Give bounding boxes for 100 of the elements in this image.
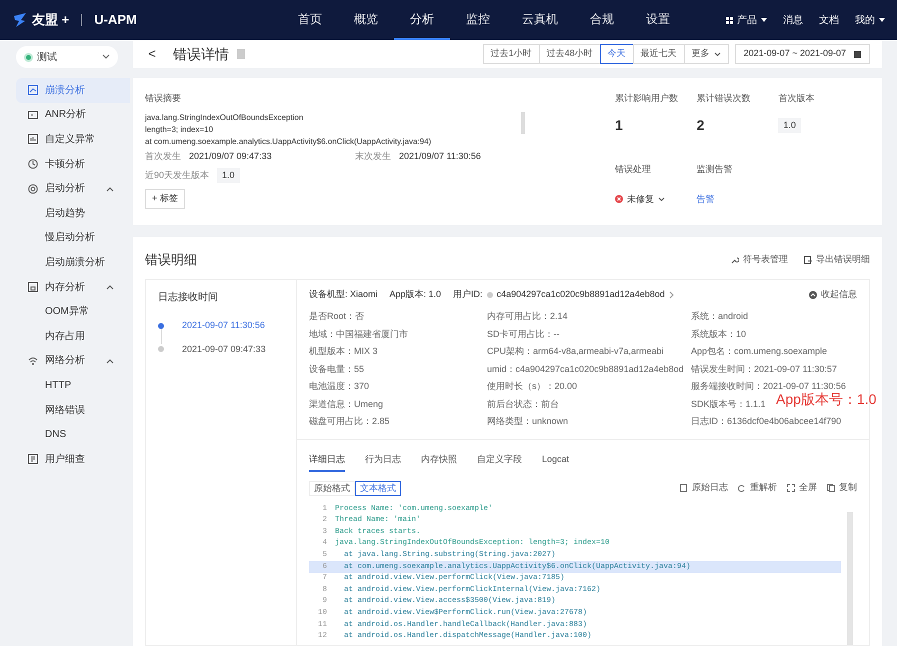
info-field: 设备电量：55	[309, 360, 364, 378]
version-badge: 1.0	[217, 168, 240, 183]
refresh-icon	[738, 484, 746, 492]
sidebar-item[interactable]: 启动分析	[16, 176, 130, 201]
nav-link[interactable]: 消息	[783, 12, 803, 28]
info-field: 系统版本：10	[691, 326, 746, 343]
field-value: 2021/09/07 09:47:33	[189, 150, 272, 162]
app-version: App版本: 1.0	[390, 288, 442, 302]
log-tab[interactable]: 详细日志	[309, 450, 345, 472]
date-range-picker[interactable]: 2021-09-07 ~ 2021-09-07	[734, 44, 870, 64]
sidebar-item[interactable]: 内存分析	[16, 274, 130, 300]
chevron-down-icon	[658, 196, 665, 202]
sidebar-item[interactable]: 网络分析	[16, 348, 130, 374]
time-range-button[interactable]: 今天	[600, 44, 634, 64]
logo-icon	[12, 12, 28, 28]
toolbar-link[interactable]: 符号表管理	[731, 253, 788, 267]
time-range-button[interactable]: 更多	[684, 44, 729, 64]
add-tag-button[interactable]: + 标签	[145, 189, 185, 208]
info-field: 系统：android	[691, 308, 748, 326]
memory-icon	[28, 282, 38, 292]
info-field: 日志ID：6136dcf0e4b06abcee14f790	[691, 413, 842, 430]
info-field: 机型版本：MIX 3	[309, 343, 378, 360]
timeline-entry[interactable]: 2021-09-07 09:47:33	[182, 342, 266, 356]
product-name: U-APM	[94, 11, 137, 30]
field-label: 监测告警	[696, 163, 734, 176]
user-id: c4a904297ca1c020c9b8891ad12a4eb8od	[496, 288, 665, 302]
tool-link[interactable]: 原始日志	[680, 481, 728, 495]
sidebar-item[interactable]: 崩溃分析	[16, 78, 130, 103]
document-icon	[237, 49, 245, 59]
list-icon	[28, 454, 38, 464]
nav-menu-item[interactable]: 首页	[282, 0, 338, 40]
sidebar-subitem[interactable]: OOM异常	[16, 299, 118, 324]
toolbar-link[interactable]: 导出错误明细	[804, 253, 870, 267]
sidebar-subitem[interactable]: 内存占用	[16, 324, 118, 349]
time-range-button[interactable]: 过去48小时	[538, 44, 601, 64]
sidebar-item[interactable]: 自定义异常	[16, 127, 130, 152]
log-tab[interactable]: 行为日志	[365, 450, 401, 472]
time-range-button[interactable]: 最近七天	[632, 44, 685, 64]
fullscreen-icon	[787, 484, 795, 492]
info-field: 渠道信息：Umeng	[309, 396, 384, 413]
sidebar-item[interactable]: 卡顿分析	[16, 152, 130, 176]
info-field: 前后台状态：前台	[487, 396, 559, 413]
copy-icon	[827, 484, 835, 492]
info-field: 使用时长（s）：20.00	[487, 378, 578, 396]
sidebar-subitem[interactable]: DNS	[16, 422, 118, 447]
info-field: CPU架构：arm64-v8a,armeabi-v7a,armeabi	[487, 343, 664, 360]
sidebar-subitem[interactable]: 网络错误	[16, 398, 118, 422]
back-button[interactable]: <	[145, 44, 159, 64]
sidebar-subitem[interactable]: 启动趋势	[16, 200, 118, 226]
app-status-icon	[24, 52, 33, 62]
tool-link[interactable]: 全屏	[787, 481, 817, 495]
sidebar-subitem[interactable]: 慢启动分析	[16, 226, 118, 250]
chevron-down-icon	[102, 54, 110, 60]
chevron-right-icon	[668, 291, 674, 299]
nav-menu-item[interactable]: 合规	[574, 0, 630, 40]
field-value: 2021/09/07 11:30:56	[399, 150, 481, 162]
format-toggle[interactable]: 原始格式	[309, 480, 355, 496]
brand-name: 友盟 +	[32, 11, 70, 30]
tool-link[interactable]: 重解析	[738, 481, 777, 495]
scrollbar-thumb	[521, 112, 525, 134]
alert-link[interactable]: 告警	[696, 192, 715, 206]
sidebar-item[interactable]: ANR分析	[16, 102, 130, 128]
nav-menu-item[interactable]: 概览	[338, 0, 394, 40]
info-field: App包名：com.umeng.soexample	[691, 343, 828, 360]
field-label: 末次发生	[355, 150, 391, 162]
collapse-link[interactable]: 收起信息	[809, 288, 857, 302]
log-tab[interactable]: 内存快照	[421, 450, 457, 472]
sidebar-subitem[interactable]: HTTP	[16, 373, 118, 398]
log-tab[interactable]: Logcat	[542, 450, 570, 472]
bar-chart-icon	[28, 134, 38, 144]
version-badge: 1.0	[778, 118, 801, 133]
info-field: 磁盘可用占比：2.85	[309, 413, 390, 430]
tool-link[interactable]: 复制	[827, 481, 857, 495]
sidebar-item[interactable]: 用户细查	[16, 446, 130, 472]
page-title: 错误详情	[173, 44, 229, 64]
app-select[interactable]: 测试	[16, 46, 118, 68]
nav-menu-item[interactable]: 设置	[630, 0, 686, 40]
section-label: 错误摘要	[145, 92, 182, 105]
nav-menu-item[interactable]: 监控	[450, 0, 506, 40]
field-label: 错误处理	[615, 163, 652, 176]
collapse-icon	[809, 291, 817, 299]
nav-link[interactable]: 产品	[726, 12, 767, 28]
status-dropdown[interactable]: 未修复	[615, 192, 697, 206]
info-field: SDK版本号：1.1.1	[691, 396, 766, 413]
sidebar-subitem[interactable]: 启动崩溃分析	[16, 250, 118, 275]
info-field: 是否Root：否	[309, 308, 364, 326]
chart-icon	[28, 85, 38, 96]
code-icon	[28, 110, 38, 120]
grid-icon	[726, 16, 733, 24]
info-field: 网络类型：unknown	[487, 413, 568, 430]
timeline-entry[interactable]: 2021-09-07 11:30:56	[182, 319, 265, 332]
nav-menu-item[interactable]: 云真机	[506, 0, 574, 40]
time-range-button[interactable]: 过去1小时	[482, 44, 540, 64]
nav-link[interactable]: 我的	[855, 12, 885, 28]
log-tab[interactable]: 自定义字段	[477, 450, 522, 472]
caret-down-icon	[761, 18, 767, 22]
stat-label: 累计错误次数	[696, 92, 752, 105]
nav-link[interactable]: 文档	[819, 12, 839, 28]
format-toggle[interactable]: 文本格式	[355, 480, 401, 496]
info-field: 错误发生时间：2021-09-07 11:30:57	[691, 360, 837, 378]
